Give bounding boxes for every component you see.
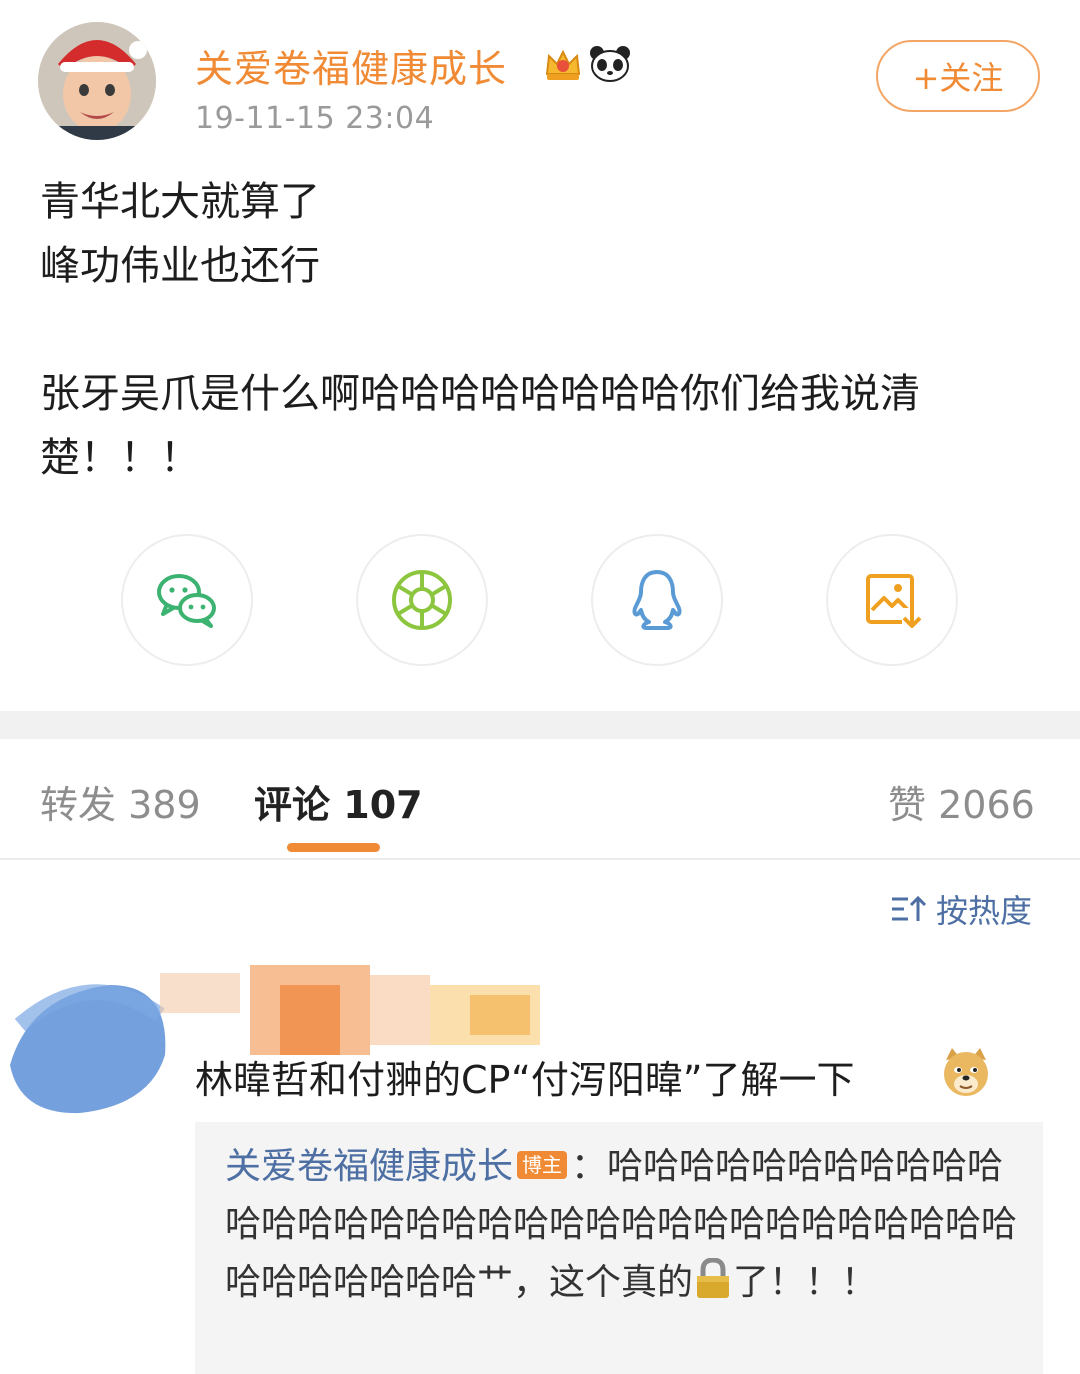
reply-author-name[interactable]: 关爱卷福健康成长 [225,1146,513,1187]
tab-comments-label: 评论 [254,783,331,827]
owner-badge: 博主 [517,1151,568,1179]
share-moments-button[interactable] [356,534,488,666]
comment-text: 林暐哲和付翀的CP“付泻阳暐”了解一下 [195,1058,855,1102]
author-name[interactable]: 关爱卷福健康成长 [195,38,507,93]
tab-likes-count: 2066 [938,783,1035,827]
wechat-icon [157,574,216,628]
tab-comments[interactable]: 评论 107 [254,774,423,829]
avatar-image [38,22,156,140]
tab-likes-label: 赞 [888,783,927,827]
tab-comments-count: 107 [343,783,423,827]
sort-by-hot-button[interactable]: 按热度 [890,886,1032,932]
doge-emoji-icon [944,1048,988,1096]
save-image-icon [866,574,922,630]
sort-label: 按热度 [936,892,1033,930]
moments-icon [392,570,452,630]
tab-likes[interactable]: 赞 2066 [888,774,1035,829]
author-reply-box[interactable]: 关爱卷福健康成长 博主 ：哈哈哈哈哈哈哈哈哈哈哈哈哈哈哈哈哈哈哈哈哈哈哈哈哈哈哈哈哈… [195,1122,1043,1374]
active-tab-indicator [287,843,380,852]
tab-bar-divider [0,858,1080,860]
tab-repost[interactable]: 转发 389 [40,774,201,829]
share-qq-button[interactable] [591,534,723,666]
post-line: 张牙吴爪是什么啊哈哈哈哈哈哈哈哈你们给我说清 [40,371,920,417]
panda-badge-icon [590,46,630,82]
post-timestamp: 19-11-15 23:04 [195,101,435,136]
share-wechat-button[interactable] [121,534,253,666]
section-divider [0,711,1080,739]
crown-badge-icon [545,49,581,80]
sort-icon [892,895,926,921]
post-line: 峰功伟业也还行 [40,243,320,289]
post-content: 青华北大就算了 峰功伟业也还行 张牙吴爪是什么啊哈哈哈哈哈哈哈哈你们给我说清 楚… [40,170,1050,490]
tab-repost-count: 389 [128,783,201,827]
post-line: 青华北大就算了 [40,179,320,225]
post-line: 楚！！！ [40,435,200,481]
author-avatar[interactable] [38,22,156,140]
follow-button[interactable]: +关注 [876,40,1040,112]
save-image-button[interactable] [826,534,958,666]
reply-text-block: 关爱卷福健康成长 博主 ：哈哈哈哈哈哈哈哈哈哈哈哈哈哈哈哈哈哈哈哈哈哈哈哈哈哈哈哈哈… [225,1138,1025,1312]
weibo-post-page: 关爱卷福健康成长 19-11-15 23:04 +关注 青华北大就算了 峰功伟业… [0,0,1080,1374]
reply-text-end: 了！！！ [733,1262,878,1303]
tab-repost-label: 转发 [40,783,117,827]
lock-emoji-icon [697,1258,730,1298]
qq-icon [632,570,682,630]
